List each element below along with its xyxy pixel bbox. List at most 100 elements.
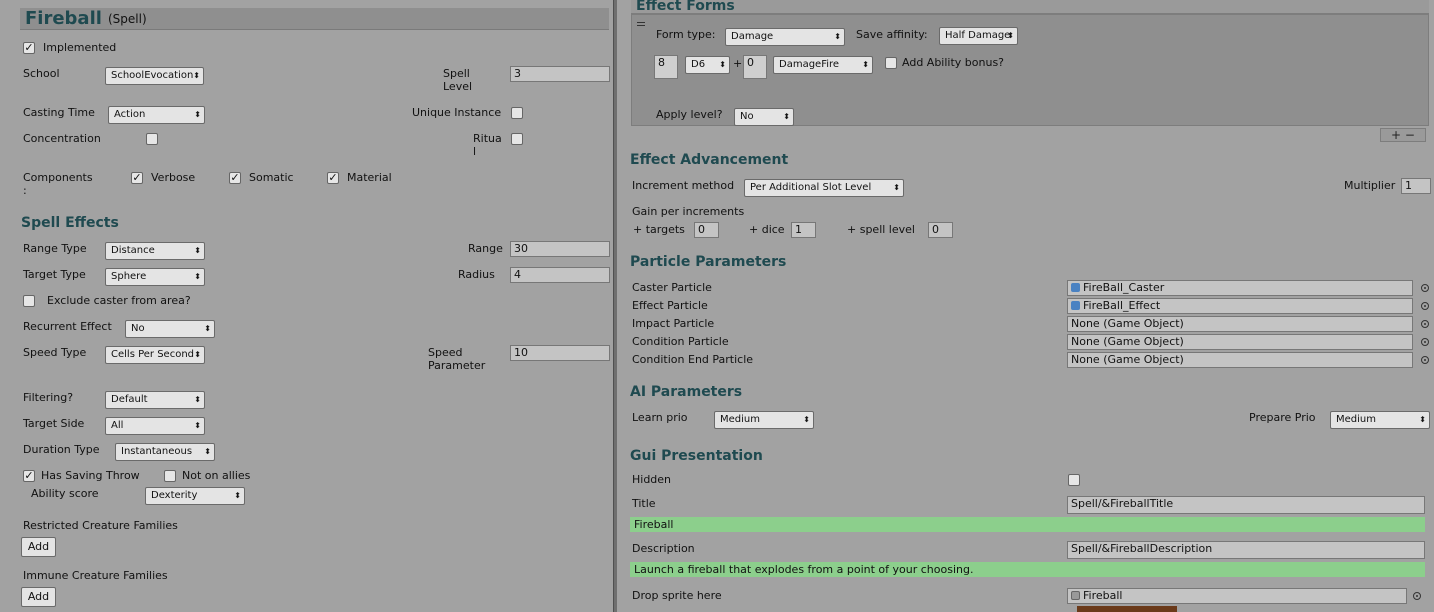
checkmark-icon: ✓ (132, 171, 142, 184)
school-dropdown[interactable]: SchoolEvocation ⬍ (105, 67, 204, 85)
recurrent-effect-dropdown[interactable]: No ⬍ (125, 320, 215, 338)
spell-level-field[interactable]: 3 (510, 66, 610, 82)
prefab-icon (1071, 301, 1080, 310)
condition-particle-field[interactable]: None (Game Object) (1067, 334, 1413, 350)
spell-title-type: (Spell) (108, 12, 147, 26)
object-picker-icon[interactable] (1421, 284, 1429, 292)
exclude-caster-label: Exclude caster from area? (47, 294, 191, 307)
effect-particle-field[interactable]: FireBall_Effect (1067, 298, 1413, 314)
hidden-label: Hidden (632, 473, 672, 486)
implemented-label: Implemented (43, 41, 117, 54)
save-affinity-label: Save affinity: (856, 28, 928, 41)
dropdown-arrow-icon: ⬍ (719, 60, 726, 69)
reorder-handle-icon[interactable] (637, 22, 645, 26)
range-field[interactable]: 30 (510, 241, 610, 257)
bonus-field[interactable]: 0 (743, 55, 767, 79)
speed-parameter-field[interactable]: 10 (510, 345, 610, 361)
object-picker-icon[interactable] (1421, 302, 1429, 310)
exclude-caster-checkbox[interactable] (23, 295, 35, 307)
not-on-allies-checkbox[interactable] (164, 470, 176, 482)
verbose-label: Verbose (151, 171, 196, 184)
dropdown-arrow-icon: ⬍ (834, 32, 841, 41)
object-picker-icon[interactable] (1421, 338, 1429, 346)
learn-prio-dropdown[interactable]: Medium ⬍ (714, 411, 814, 429)
multiplier-field[interactable]: 1 (1401, 178, 1431, 194)
learn-prio-label: Learn prio (632, 411, 688, 424)
ritual-label-1: Ritua (473, 132, 502, 145)
immune-families-add-button[interactable]: Add (21, 587, 56, 607)
hidden-checkbox[interactable] (1068, 474, 1080, 486)
plus-targets-label: + targets (633, 223, 685, 236)
gain-per-increments-label: Gain per increments (632, 205, 745, 218)
dropdown-arrow-icon: ⬍ (1007, 31, 1014, 40)
dropdown-arrow-icon: ⬍ (803, 415, 810, 424)
title-field[interactable]: Spell/&FireballTitle (1067, 496, 1425, 514)
immune-families-label: Immune Creature Families (23, 569, 168, 582)
apply-level-dropdown[interactable]: No ⬍ (734, 108, 794, 126)
unique-instance-checkbox[interactable] (511, 107, 523, 119)
speed-parameter-label-2: Parameter (428, 359, 486, 372)
spell-level-label-2: Level (443, 80, 473, 93)
add-ability-bonus-checkbox[interactable] (885, 57, 897, 69)
save-affinity-dropdown[interactable]: Half Damage ⬍ (939, 27, 1018, 45)
title-label: Title (632, 497, 656, 510)
object-picker-icon[interactable] (1421, 356, 1429, 364)
material-checkbox[interactable]: ✓ (327, 172, 339, 184)
duration-type-dropdown[interactable]: Instantaneous ⬍ (115, 443, 215, 461)
die-type-dropdown[interactable]: D6 ⬍ (685, 56, 730, 74)
damage-type-dropdown[interactable]: DamageFire ⬍ (773, 56, 873, 74)
caster-particle-field[interactable]: FireBall_Caster (1067, 280, 1413, 296)
description-field[interactable]: Spell/&FireballDescription (1067, 541, 1425, 559)
plus-sign: + (733, 57, 743, 70)
form-type-label: Form type: (656, 28, 716, 41)
range-type-dropdown[interactable]: Distance ⬍ (105, 242, 205, 260)
target-side-dropdown[interactable]: All ⬍ (105, 417, 205, 435)
speed-type-label: Speed Type (23, 346, 87, 359)
school-label: School (23, 67, 60, 80)
plus-spell-level-field[interactable]: 0 (928, 222, 953, 238)
speed-type-dropdown[interactable]: Cells Per Second ⬍ (105, 346, 205, 364)
components-label-2: : (23, 184, 27, 197)
has-saving-throw-checkbox[interactable]: ✓ (23, 470, 35, 482)
add-remove-effect-form-buttons[interactable]: + − (1380, 128, 1426, 142)
sprite-preview-image (1077, 606, 1177, 612)
object-picker-icon[interactable] (1413, 592, 1421, 600)
effect-form-entry: Form type: Damage ⬍ Save affinity: Half D… (631, 14, 1429, 126)
concentration-checkbox[interactable] (146, 133, 158, 145)
ability-score-dropdown[interactable]: Dexterity ⬍ (145, 487, 245, 505)
prefab-icon (1071, 283, 1080, 292)
plus-dice-field[interactable]: 1 (791, 222, 816, 238)
dropdown-arrow-icon: ⬍ (194, 272, 201, 281)
effect-particle-label: Effect Particle (632, 299, 708, 312)
increment-method-label: Increment method (632, 179, 735, 192)
restricted-families-add-button[interactable]: Add (21, 537, 56, 557)
dice-count-field[interactable]: 8 (654, 55, 678, 79)
sprite-field[interactable]: Fireball (1067, 588, 1407, 604)
speed-parameter-label-1: Speed (428, 346, 463, 359)
impact-particle-field[interactable]: None (Game Object) (1067, 316, 1413, 332)
ai-parameters-header: AI Parameters (630, 384, 743, 400)
casting-time-dropdown[interactable]: Action ⬍ (108, 106, 205, 124)
radius-field[interactable]: 4 (510, 267, 610, 283)
dropdown-arrow-icon: ⬍ (862, 60, 869, 69)
effect-forms-header-bar: Effect Forms (631, 0, 1429, 14)
condition-end-particle-field[interactable]: None (Game Object) (1067, 352, 1413, 368)
effect-forms-header: Effect Forms (636, 0, 735, 14)
form-type-dropdown[interactable]: Damage ⬍ (725, 28, 845, 46)
description-translation: Launch a fireball that explodes from a p… (630, 562, 1425, 577)
verbose-checkbox[interactable]: ✓ (131, 172, 143, 184)
spell-inspector-left: Fireball (Spell) ✓ Implemented School Sc… (0, 0, 613, 612)
plus-targets-field[interactable]: 0 (694, 222, 719, 238)
spell-level-label-1: Spell (443, 67, 470, 80)
ritual-checkbox[interactable] (511, 133, 523, 145)
somatic-checkbox[interactable]: ✓ (229, 172, 241, 184)
spell-title: Fireball (25, 8, 102, 29)
impact-particle-label: Impact Particle (632, 317, 715, 330)
object-picker-icon[interactable] (1421, 320, 1429, 328)
implemented-checkbox[interactable]: ✓ (23, 42, 35, 54)
target-type-dropdown[interactable]: Sphere ⬍ (105, 268, 205, 286)
dropdown-arrow-icon: ⬍ (193, 71, 200, 80)
increment-method-dropdown[interactable]: Per Additional Slot Level ⬍ (744, 179, 904, 197)
prepare-prio-dropdown[interactable]: Medium ⬍ (1330, 411, 1430, 429)
filtering-dropdown[interactable]: Default ⬍ (105, 391, 205, 409)
